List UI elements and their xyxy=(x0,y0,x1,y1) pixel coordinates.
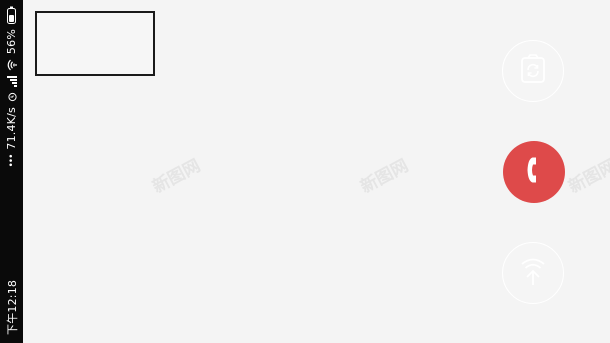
watermark: 新图网 xyxy=(149,155,204,198)
video-call-screen: 下午12:18 ••• 71.4K/s 56% 新图网 新图网 新图网 xyxy=(0,0,610,343)
swipe-up-icon xyxy=(519,256,547,291)
network-speed: 71.4K/s xyxy=(5,107,18,150)
alarm-icon xyxy=(7,92,17,102)
phone-icon xyxy=(524,156,544,189)
hang-up-button[interactable] xyxy=(503,141,565,203)
battery-percent: 56% xyxy=(5,29,18,55)
status-right: ••• 71.4K/s 56% xyxy=(5,6,18,168)
watermark: 新图网 xyxy=(565,155,610,198)
camera-switch-icon xyxy=(521,53,545,89)
signal-icon xyxy=(6,76,17,88)
status-left: 下午12:18 xyxy=(4,280,20,335)
self-preview-window[interactable] xyxy=(35,11,155,76)
status-bar: 下午12:18 ••• 71.4K/s 56% xyxy=(0,0,23,343)
status-bar-content: 下午12:18 ••• 71.4K/s 56% xyxy=(0,0,23,343)
wifi-icon xyxy=(7,59,17,71)
battery-icon xyxy=(7,6,16,24)
swipe-up-button[interactable] xyxy=(502,242,564,304)
status-time: 下午12:18 xyxy=(5,279,19,335)
switch-camera-button[interactable] xyxy=(502,40,564,102)
watermark: 新图网 xyxy=(357,155,412,198)
notification-dots: ••• xyxy=(6,154,17,168)
